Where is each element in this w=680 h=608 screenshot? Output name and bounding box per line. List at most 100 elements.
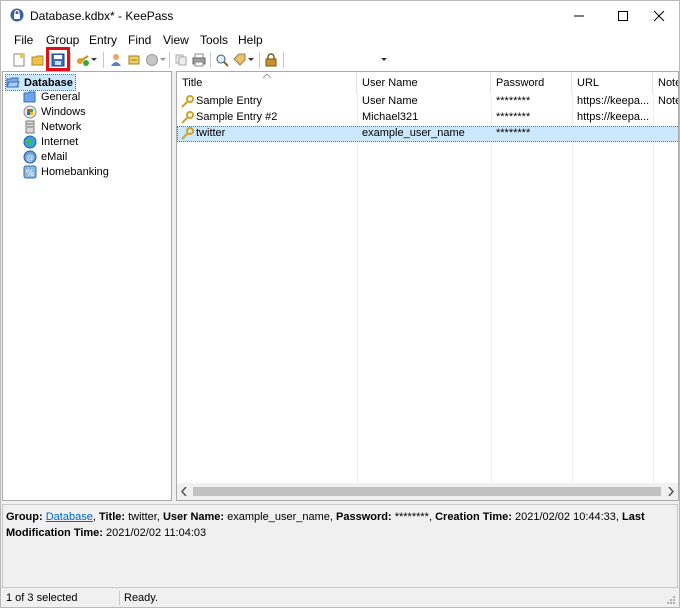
svg-text:@: @ [26,153,34,162]
entry-password: ******** [496,127,531,139]
folder-icon [23,90,37,104]
add-entry-icon [77,55,89,66]
menu-view[interactable]: View [163,33,189,47]
quick-search-combo[interactable] [288,51,390,71]
table-row[interactable]: Sample Entry #2 Michael321 ******** http… [177,110,678,126]
tree-item-email[interactable]: @ eMail [23,149,67,164]
copy-entry-button[interactable] [172,51,190,69]
tree-item-internet[interactable]: Internet [23,134,78,149]
minimize-button[interactable] [559,1,599,31]
toolbar-separator [103,52,104,68]
menu-find[interactable]: Find [128,33,151,47]
menu-entry[interactable]: Entry [89,33,117,47]
menu-help[interactable]: Help [238,33,263,47]
table-row[interactable]: Sample Entry User Name ******** https://… [177,94,678,110]
lock-workspace-button[interactable] [262,51,280,69]
entry-username: example_user_name [362,127,465,139]
horizontal-scrollbar[interactable] [177,483,678,500]
column-divider [572,94,573,484]
group-tree: Database General Windows Network Interne… [2,71,172,501]
tree-item-label: Homebanking [41,165,109,178]
column-header-label: User Name [362,77,418,89]
column-header-url[interactable]: URL [572,72,653,94]
toolbar-separator [259,52,260,68]
find-button[interactable] [213,51,231,69]
column-header-password[interactable]: Password [491,72,572,94]
status-bar: 1 of 3 selected Ready. [1,589,679,607]
column-header-label: Title [182,77,203,89]
sort-ascending-icon [263,74,271,79]
entry-list: Title User Name Password URL Notes Sampl… [176,71,679,501]
entry-url: https://keepa... [577,111,649,123]
tree-item-label: eMail [41,150,68,163]
copy-username-icon [111,54,121,66]
entry-title: Sample Entry [196,95,263,107]
open-url-icon [146,54,158,66]
title-bar: Database.kdbx* - KeePass [1,1,679,31]
chevron-left-icon[interactable] [181,487,187,496]
copy-username-button[interactable] [107,51,125,69]
column-header-notes[interactable]: Notes [653,72,678,94]
tree-item-label: Windows [41,105,86,118]
detail-password-value: ********, [394,511,433,523]
resize-grip-icon[interactable] [666,595,676,605]
detail-password-label: Password: [336,511,392,523]
column-divider [357,94,358,484]
tag-dropdown[interactable] [247,51,255,69]
add-entry-dropdown[interactable] [89,51,99,69]
chevron-right-icon[interactable] [668,487,674,496]
server-icon [23,120,37,134]
entry-username: Michael321 [362,111,419,123]
tree-item-network[interactable]: Network [23,119,81,134]
print-button[interactable] [190,51,208,69]
percent-icon: % [23,165,37,179]
detail-username-value: example_user_name, [227,511,333,523]
close-icon [653,10,665,22]
menu-tools[interactable]: Tools [200,33,228,47]
column-header-title[interactable]: Title [177,72,357,94]
detail-creation-label: Creation Time: [435,511,512,523]
copy-password-button[interactable] [125,51,143,69]
column-header-username[interactable]: User Name [357,72,491,94]
close-window-button[interactable] [639,1,679,31]
entry-username: User Name [362,95,418,107]
chevron-down-icon [91,58,97,61]
keepass-window: Database.kdbx* - KeePass File Group Entr… [0,0,680,608]
globe-icon [23,135,37,149]
open-database-button[interactable] [29,51,47,69]
new-database-icon [13,53,25,67]
status-selection: 1 of 3 selected [6,592,78,604]
detail-creation-value: 2021/02/02 10:44:33, [514,511,619,523]
save-button-highlight [46,47,70,71]
detail-title-value: twitter, [128,511,160,523]
new-database-button[interactable] [10,51,28,69]
maximize-button[interactable] [603,1,643,31]
entry-title: Sample Entry #2 [196,111,278,123]
table-row[interactable]: twitter example_user_name ******** [177,126,678,142]
column-header-label: URL [577,77,600,89]
detail-group-link[interactable]: Database [46,511,93,523]
chevron-down-icon [381,58,387,61]
entry-title: twitter [196,127,226,139]
tree-root-label: Database [24,76,73,89]
email-icon: @ [23,150,37,164]
tag-icon [233,53,246,66]
status-state: Ready. [124,592,159,604]
toolbar-separator [70,52,71,68]
entry-notes: Notes [658,95,678,107]
minimize-icon [574,15,584,17]
tree-item-windows[interactable]: Windows [23,104,86,119]
scrollbar-thumb[interactable] [193,487,661,496]
tree-item-label: General [41,90,81,103]
open-url-dropdown[interactable] [159,51,167,69]
menu-file[interactable]: File [14,33,33,47]
maximize-icon [618,11,628,21]
column-header-label: Password [496,77,545,89]
windows-group-icon [23,105,37,119]
copy-icon [175,54,187,66]
menu-group[interactable]: Group [46,33,79,47]
tree-item-general[interactable]: General [23,89,80,104]
detail-username-label: User Name: [162,511,225,523]
folder-open-icon [6,76,20,90]
tree-item-homebanking[interactable]: % Homebanking [23,164,109,179]
